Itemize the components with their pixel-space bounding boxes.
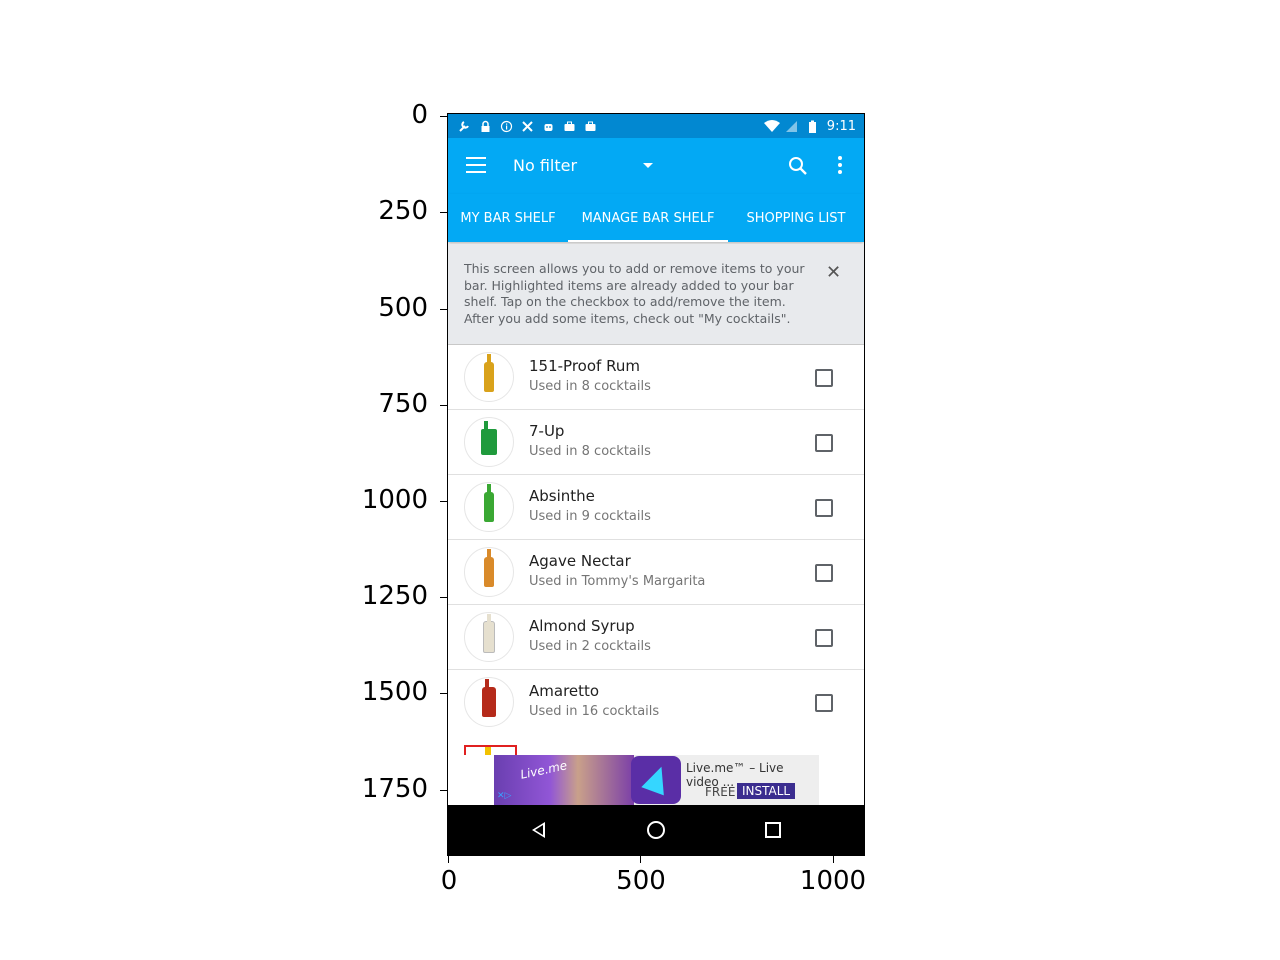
item-usage: Used in Tommy's Margarita — [529, 574, 706, 589]
bottle-icon — [483, 614, 495, 653]
item-name: Agave Nectar — [529, 552, 631, 570]
add-item-checkbox[interactable] — [815, 434, 833, 452]
item-usage: Used in 9 cocktails — [529, 509, 651, 524]
battery-icon — [806, 120, 819, 133]
x-tick-label: 0 — [440, 866, 458, 896]
ad-price: FREE — [705, 785, 736, 799]
filter-dropdown-label[interactable]: No filter — [513, 156, 577, 175]
y-tick — [440, 501, 448, 502]
y-tick — [440, 597, 448, 598]
y-tick-label: 250 — [378, 196, 428, 226]
status-bar: 9:11 — [448, 114, 864, 138]
bottle-thumbnail — [464, 547, 514, 597]
info-banner-text: This screen allows you to add or remove … — [464, 261, 805, 326]
y-tick — [440, 790, 448, 791]
x-tick-label: 1000 — [799, 866, 867, 896]
tab-bar: MY BAR SHELF MANAGE BAR SHELF SHOPPING L… — [448, 194, 864, 242]
chevron-down-icon[interactable] — [643, 163, 653, 168]
add-item-checkbox[interactable] — [815, 499, 833, 517]
lock-icon — [479, 120, 492, 133]
add-item-checkbox[interactable] — [815, 564, 833, 582]
bottle-thumbnail — [464, 417, 514, 467]
ad-image[interactable]: Live.me ✕▷ — [494, 755, 634, 805]
briefcase-icon — [584, 120, 597, 133]
ad-app-logo[interactable] — [631, 756, 681, 804]
recent-apps-icon[interactable] — [765, 822, 781, 838]
y-tick — [440, 212, 448, 213]
star-logo-icon — [641, 762, 673, 796]
x-tick — [640, 855, 641, 863]
add-item-checkbox[interactable] — [815, 629, 833, 647]
info-banner: This screen allows you to add or remove … — [448, 244, 864, 345]
ad-choices-icon[interactable]: ✕▷ — [497, 791, 511, 801]
item-name: Almond Syrup — [529, 617, 635, 635]
list-item[interactable]: Almond Syrup Used in 2 cocktails — [448, 605, 864, 670]
search-icon[interactable] — [788, 156, 808, 176]
y-tick-label: 1000 — [361, 485, 428, 515]
x-tick — [833, 855, 834, 863]
y-tick-label: 500 — [378, 293, 428, 323]
y-tick-label: 1250 — [361, 581, 428, 611]
close-icon[interactable]: ✕ — [826, 264, 841, 282]
list-item[interactable]: 7-Up Used in 8 cocktails — [448, 410, 864, 475]
bottle-thumbnail — [464, 677, 514, 727]
bottle-icon — [482, 679, 496, 717]
add-item-checkbox[interactable] — [815, 694, 833, 712]
item-usage: Used in 8 cocktails — [529, 379, 651, 394]
y-tick — [440, 309, 448, 310]
list-item[interactable]: Absinthe Used in 9 cocktails — [448, 475, 864, 540]
status-time: 9:11 — [826, 118, 856, 134]
bottle-thumbnail — [464, 612, 514, 662]
item-name: Amaretto — [529, 682, 600, 700]
briefcase-icon — [563, 120, 576, 133]
phone-screen: 9:11 No filter MY BAR SHELF MANAGE BAR S… — [447, 113, 865, 856]
add-item-checkbox[interactable] — [815, 369, 833, 387]
more-options-icon[interactable] — [838, 156, 842, 176]
home-icon[interactable] — [647, 821, 665, 839]
list-item[interactable]: 151-Proof Rum Used in 8 cocktails — [448, 345, 864, 410]
item-usage: Used in 8 cocktails — [529, 444, 651, 459]
ad-banner-text: Live.me — [519, 758, 569, 782]
item-name: 151-Proof Rum — [529, 357, 640, 375]
bottle-icon — [484, 354, 494, 392]
y-tick — [440, 693, 448, 694]
bottle-icon — [484, 484, 494, 522]
ad-content[interactable]: Live.me ✕▷ Live.me™ – Live video ... FRE… — [494, 755, 819, 805]
wrench-icon — [458, 120, 471, 133]
bottle-icon — [484, 549, 494, 587]
ad-banner[interactable]: Live.me ✕▷ Live.me™ – Live video ... FRE… — [448, 755, 864, 805]
item-name: 7-Up — [529, 422, 565, 440]
navigation-bar — [448, 805, 864, 855]
menu-icon[interactable] — [466, 157, 486, 173]
android-icon — [542, 120, 555, 133]
item-name: Absinthe — [529, 487, 595, 505]
list-item-partial[interactable] — [448, 734, 864, 760]
bottle-thumbnail — [464, 352, 514, 402]
y-tick-label: 1500 — [361, 677, 428, 707]
back-icon-inner — [535, 825, 543, 835]
y-tick-label: 750 — [378, 389, 428, 419]
x-tick — [448, 855, 449, 863]
info-icon — [500, 120, 513, 133]
y-tick-label: 0 — [411, 100, 428, 130]
bottle-thumbnail — [464, 482, 514, 532]
y-tick — [440, 405, 448, 406]
tab-manage-bar-shelf[interactable]: MANAGE BAR SHELF — [568, 194, 728, 242]
app-bar: No filter — [448, 138, 864, 194]
ingredient-list: 151-Proof Rum Used in 8 cocktails 7-Up U… — [448, 345, 864, 735]
item-usage: Used in 16 cocktails — [529, 704, 660, 719]
y-tick-label: 1750 — [361, 774, 428, 804]
install-button[interactable]: INSTALL — [737, 783, 796, 799]
y-tick — [440, 116, 448, 117]
tools-icon — [521, 120, 534, 133]
can-icon — [481, 421, 497, 455]
list-item[interactable]: Agave Nectar Used in Tommy's Margarita — [448, 540, 864, 605]
tab-shopping-list[interactable]: SHOPPING LIST — [728, 194, 864, 242]
wifi-icon — [763, 119, 780, 133]
signal-icon — [785, 120, 798, 133]
x-tick-label: 500 — [616, 866, 666, 896]
item-usage: Used in 2 cocktails — [529, 639, 651, 654]
list-item[interactable]: Amaretto Used in 16 cocktails — [448, 670, 864, 735]
tab-my-bar-shelf[interactable]: MY BAR SHELF — [448, 194, 568, 242]
